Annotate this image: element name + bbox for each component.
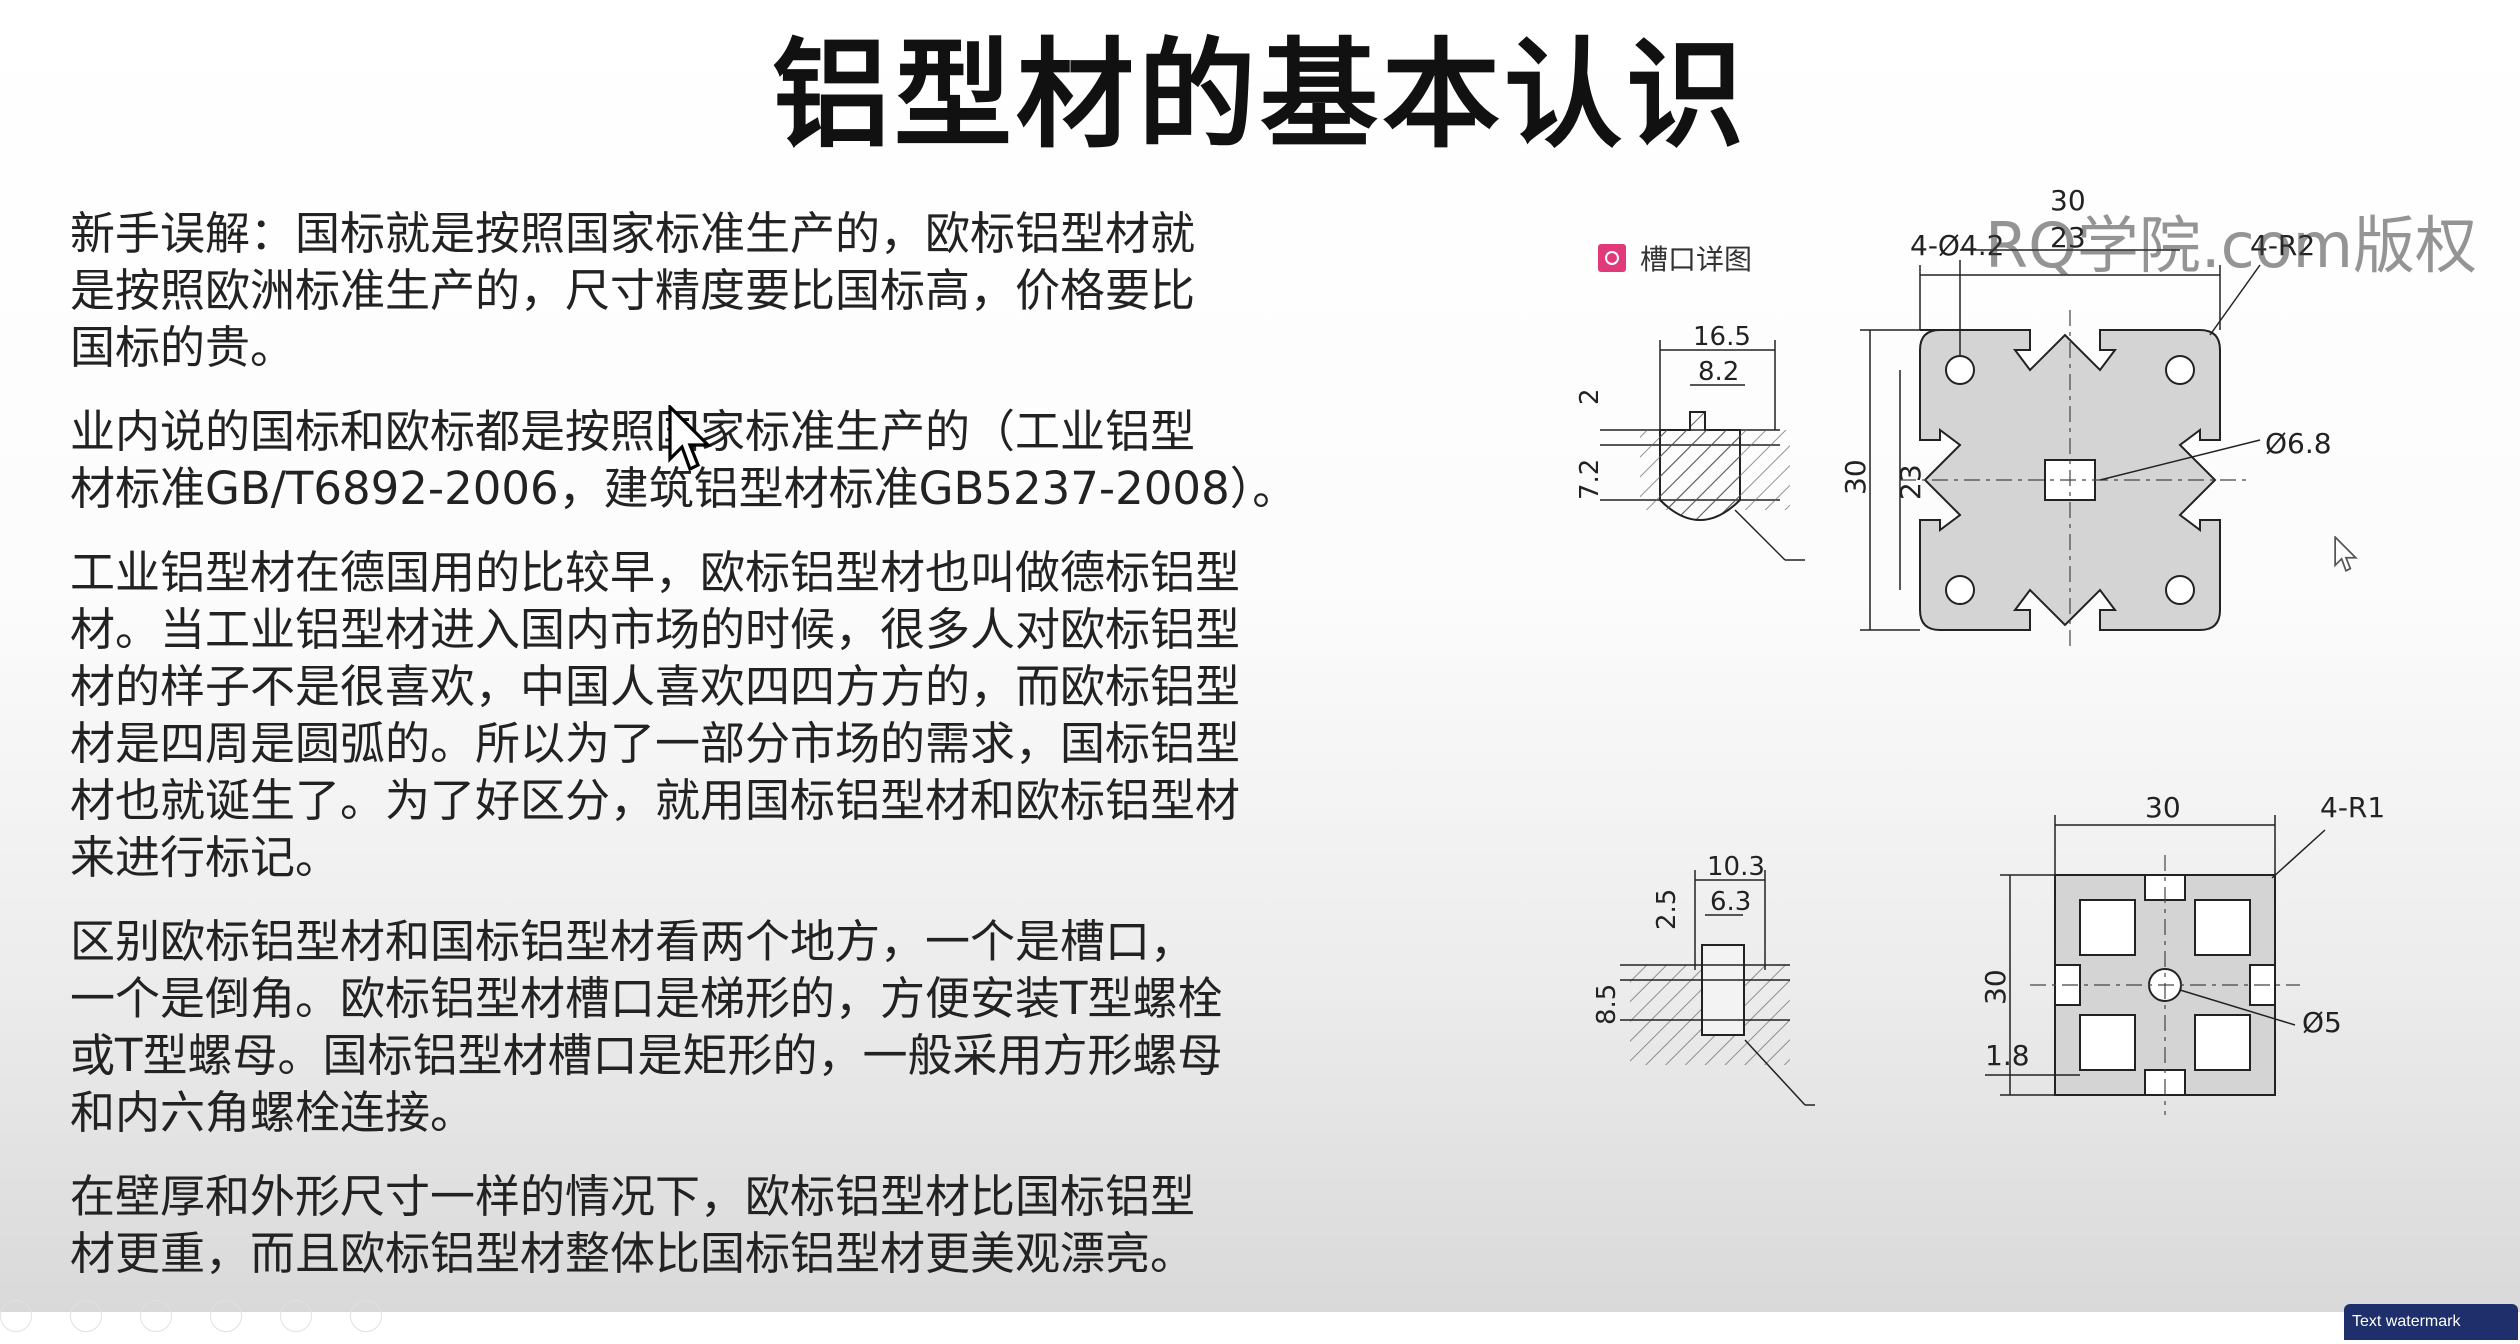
dim-top-height-spacing: 23 — [1894, 464, 1927, 500]
paragraph-line: 工业铝型材在德国用的比较早，欧标铝型材也叫做德标铝型 — [70, 546, 1241, 599]
gb-profile-section: 30 4-R1 30 Ø5 1.8 — [1979, 791, 2385, 1115]
paragraph-history: 工业铝型材在德国用的比较早，欧标铝型材也叫做德标铝型 材。当工业铝型材进入国内市… — [70, 544, 1340, 886]
progress-dot[interactable] — [350, 1300, 382, 1332]
paragraph-line: 国标的贵。 — [70, 321, 296, 374]
paragraph-line: 新手误解：国标就是按照国家标准生产的，欧标铝型材就 — [70, 207, 1196, 260]
paragraph-line: 在壁厚和外形尺寸一样的情况下，欧标铝型材比国标铝型 — [70, 1170, 1196, 1223]
dim-top-overall-height: 30 — [1839, 459, 1872, 495]
paragraph-line: 是按照欧洲标准生产的，尺寸精度要比国标高，价格要比 — [70, 264, 1196, 317]
paragraph-line: 材更重，而且欧标铝型材整体比国标铝型材更美观漂亮。 — [70, 1227, 1196, 1280]
gb-slot-detail: 10.3 6.3 2.5 8.5 — [1592, 852, 1815, 1106]
profile-drawings: 16.5 8.2 2 7.2 30 23 4-Ø4.2 4-R2 30 23 Ø… — [1575, 184, 2385, 1115]
progress-dot[interactable] — [210, 1300, 242, 1332]
mouse-cursor-icon — [668, 405, 712, 472]
dim-bottom-overall-height: 30 — [1979, 969, 2012, 1005]
mouse-cursor-icon — [2334, 536, 2358, 572]
paragraph-line: 区别欧标铝型材和国标铝型材看两个地方，一个是槽口， — [70, 915, 1196, 968]
dim-bottom-wall-thickness: 1.8 — [1985, 1039, 2030, 1072]
paragraph-line: 来进行标记。 — [70, 831, 341, 884]
copyright-watermark: RQ学院.com版权 — [1985, 209, 2478, 282]
dim-bottom-center-hole: Ø5 — [2302, 1006, 2342, 1039]
paragraph-weight: 在壁厚和外形尺寸一样的情况下，欧标铝型材比国标铝型 材更重，而且欧标铝型材整体比… — [70, 1168, 1340, 1282]
dim-top-center-hole: Ø6.8 — [2265, 427, 2332, 460]
progress-dot[interactable] — [140, 1300, 172, 1332]
paragraph-difference: 区别欧标铝型材和国标铝型材看两个地方，一个是槽口， 一个是倒角。欧标铝型材槽口是… — [70, 913, 1340, 1141]
slide-title: 铝型材的基本认识 — [771, 26, 1748, 164]
dim-bottom-corner-radius: 4-R1 — [2320, 791, 2385, 824]
dim-top-slot-depth-b: 7.2 — [1575, 459, 1605, 500]
paragraph-line: 材是四周是圆弧的。所以为了一部分市场的需求，国标铝型 — [70, 717, 1241, 770]
progress-dot[interactable] — [70, 1300, 102, 1332]
paragraph-misconception: 新手误解：国标就是按照国家标准生产的，欧标铝型材就 是按照欧洲标准生产的，尺寸精… — [70, 205, 1340, 376]
progress-dot[interactable] — [0, 1300, 32, 1332]
slide-progress — [0, 1300, 382, 1332]
paragraph-line: 材的样子不是很喜欢，中国人喜欢四四方方的，而欧标铝型 — [70, 660, 1241, 713]
dim-top-slot-depth-a: 2 — [1575, 388, 1605, 405]
dim-top-slot-width: 16.5 — [1693, 322, 1751, 352]
dim-bottom-slot-opening: 6.3 — [1710, 887, 1751, 917]
paragraph-line: 材。当工业铝型材进入国内市场的时候，很多人对欧标铝型 — [70, 603, 1241, 656]
dim-bottom-slot-width: 10.3 — [1707, 852, 1765, 882]
dim-bottom-overall-width: 30 — [2145, 791, 2181, 824]
euro-slot-detail: 16.5 8.2 2 7.2 — [1575, 322, 1805, 561]
progress-dot[interactable] — [280, 1300, 312, 1332]
dim-top-slot-opening: 8.2 — [1698, 357, 1739, 387]
paragraph-line: 或T型螺母。国标铝型材槽口是矩形的，一般采用方形螺母 — [70, 1029, 1223, 1082]
dim-bottom-slot-depth-b: 8.5 — [1592, 984, 1622, 1025]
text-column: 新手误解：国标就是按照国家标准生产的，欧标铝型材就 是按照欧洲标准生产的，尺寸精… — [70, 205, 1340, 1309]
slide: 铝型材的基本认识 新手误解：国标就是按照国家标准生产的，欧标铝型材就 是按照欧洲… — [0, 0, 2520, 1312]
paragraph-line: 一个是倒角。欧标铝型材槽口是梯形的，方便安装T型螺栓 — [70, 972, 1223, 1025]
text-watermark-button[interactable]: Text watermark — [2344, 1304, 2518, 1340]
dim-bottom-slot-depth-a: 2.5 — [1652, 889, 1682, 930]
paragraph-line: 材也就诞生了。为了好区分，就用国标铝型材和欧标铝型材 — [70, 774, 1241, 827]
paragraph-line: 和内六角螺栓连接。 — [70, 1086, 476, 1139]
